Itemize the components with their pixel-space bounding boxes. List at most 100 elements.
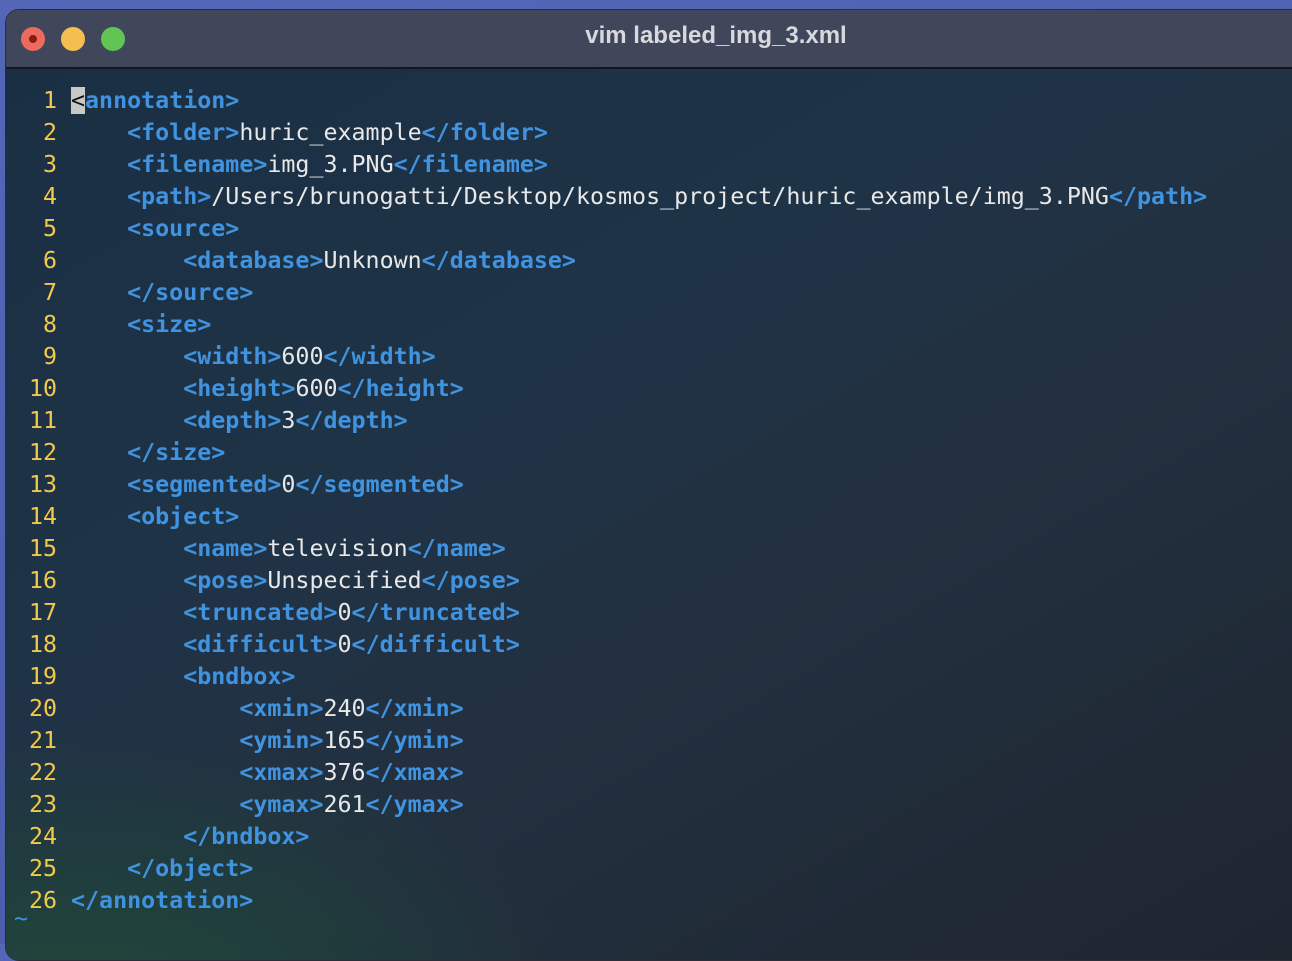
xml-tag: <filename> bbox=[127, 151, 268, 178]
xml-tag: <database> bbox=[183, 247, 324, 274]
xml-tag: <object> bbox=[127, 503, 240, 530]
xml-value: huric_example bbox=[239, 119, 422, 146]
xml-tag: </xmin> bbox=[365, 695, 464, 722]
line-content: <size> bbox=[71, 309, 211, 341]
line-number: 19 bbox=[28, 663, 57, 690]
xml-value: 3 bbox=[281, 407, 296, 434]
line-number: 5 bbox=[42, 215, 57, 242]
terminal-window: vim labeled_img_3.xml ~ 1 <annotation> 2 <… bbox=[5, 9, 1292, 961]
xml-tag: <segmented> bbox=[127, 471, 282, 498]
line-content: </object> bbox=[71, 853, 253, 885]
xml-tag: <truncated> bbox=[183, 599, 338, 626]
line-content: <width>600</width> bbox=[71, 341, 436, 373]
xml-value: 600 bbox=[281, 343, 324, 370]
line-content: <pose>Unspecified</pose> bbox=[71, 565, 520, 597]
xml-tag: annotation> bbox=[85, 87, 240, 114]
xml-tag: </name> bbox=[407, 535, 506, 562]
line-number: 8 bbox=[42, 311, 57, 338]
line-content: <source> bbox=[71, 213, 239, 245]
line-number: 11 bbox=[28, 407, 57, 434]
line-number: 9 bbox=[42, 343, 57, 370]
line-number: 14 bbox=[28, 503, 57, 530]
line-content: <difficult>0</difficult> bbox=[71, 629, 520, 661]
line-number: 21 bbox=[28, 727, 57, 754]
line-number: 23 bbox=[28, 791, 57, 818]
line-content: <xmin>240</xmin> bbox=[71, 693, 464, 725]
window-title: vim labeled_img_3.xml bbox=[585, 22, 847, 49]
xml-tag: </segmented> bbox=[295, 471, 464, 498]
xml-tag: </bndbox> bbox=[183, 823, 310, 850]
xml-tag: <source> bbox=[127, 215, 240, 242]
line-content: <height>600</height> bbox=[71, 373, 464, 405]
line-content: <database>Unknown</database> bbox=[71, 245, 576, 277]
line-number: 25 bbox=[28, 855, 57, 882]
line-content: </size> bbox=[71, 437, 225, 469]
line-content: <object> bbox=[71, 501, 239, 533]
text-cursor: < bbox=[71, 87, 86, 114]
line-number: 17 bbox=[28, 599, 57, 626]
xml-tag: </object> bbox=[127, 855, 254, 882]
title-bar: vim labeled_img_3.xml bbox=[6, 10, 1292, 69]
xml-tag: <bndbox> bbox=[183, 663, 296, 690]
vim-editor[interactable]: ~ 1 <annotation> 2 <folder>huric_example</… bbox=[6, 69, 1292, 960]
xml-value: 0 bbox=[281, 471, 296, 498]
xml-value: Unspecified bbox=[267, 567, 422, 594]
line-content: <name>television</name> bbox=[71, 533, 506, 565]
line-content: <ymin>165</ymin> bbox=[71, 725, 464, 757]
line-number: 2 bbox=[42, 119, 57, 146]
xml-tag: <name> bbox=[183, 535, 268, 562]
xml-tag: </depth> bbox=[295, 407, 408, 434]
xml-tag: <width> bbox=[183, 343, 282, 370]
xml-tag: <xmin> bbox=[239, 695, 324, 722]
xml-value: Unknown bbox=[323, 247, 422, 274]
line-number: 15 bbox=[28, 535, 57, 562]
line-number: 24 bbox=[28, 823, 57, 850]
line-content: <bndbox> bbox=[71, 661, 295, 693]
line-number: 7 bbox=[42, 279, 57, 306]
xml-tag: <xmax> bbox=[239, 759, 324, 786]
xml-tag: <size> bbox=[127, 311, 212, 338]
xml-tag: <pose> bbox=[183, 567, 268, 594]
line-content: <annotation> bbox=[71, 85, 239, 117]
line-content: <path>/Users/brunogatti/Desktop/kosmos_p… bbox=[71, 181, 1207, 213]
xml-value: 165 bbox=[323, 727, 366, 754]
line-content: <depth>3</depth> bbox=[71, 405, 408, 437]
xml-tag: </size> bbox=[127, 439, 226, 466]
xml-value: 376 bbox=[323, 759, 366, 786]
xml-tag: <ymax> bbox=[239, 791, 324, 818]
xml-tag: </path> bbox=[1108, 183, 1208, 210]
line-content: <filename>img_3.PNG</filename> bbox=[71, 149, 548, 181]
line-number: 4 bbox=[42, 183, 57, 210]
line-number: 10 bbox=[28, 375, 57, 402]
line-number: 26 bbox=[28, 887, 57, 914]
xml-value: img_3.PNG bbox=[267, 151, 394, 178]
xml-value: 261 bbox=[323, 791, 366, 818]
line-number: 20 bbox=[28, 695, 57, 722]
line-content: <folder>huric_example</folder> bbox=[71, 117, 548, 149]
xml-value: 0 bbox=[337, 631, 352, 658]
xml-tag: </ymin> bbox=[365, 727, 464, 754]
line-content: </source> bbox=[71, 277, 253, 309]
xml-tag: </folder> bbox=[421, 119, 548, 146]
xml-tag: </ymax> bbox=[365, 791, 464, 818]
line-number: 12 bbox=[28, 439, 57, 466]
xml-tag: <difficult> bbox=[183, 631, 338, 658]
xml-tag: </filename> bbox=[393, 151, 548, 178]
xml-tag: </xmax> bbox=[365, 759, 464, 786]
line-content: <ymax>261</ymax> bbox=[71, 789, 464, 821]
xml-tag: </width> bbox=[323, 343, 436, 370]
